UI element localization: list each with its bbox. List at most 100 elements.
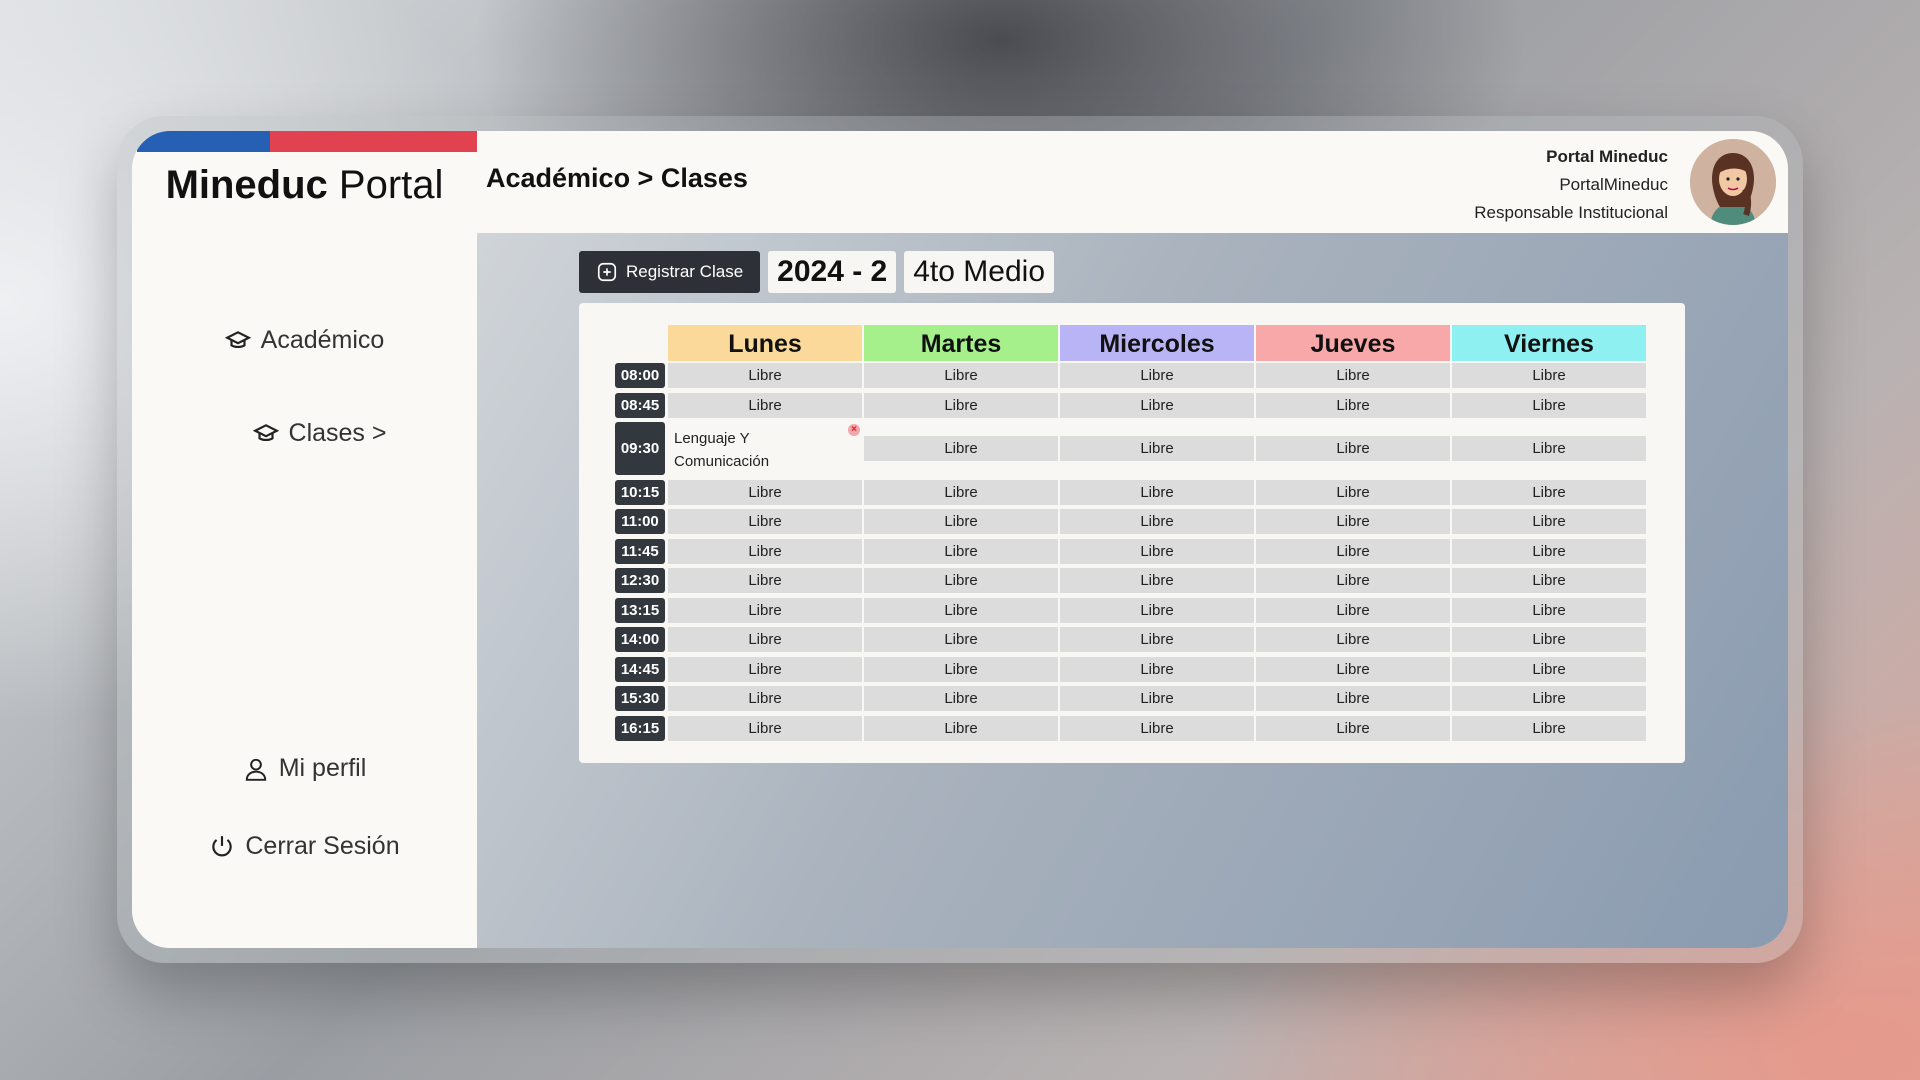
free-slot-cell[interactable]: Libre [668, 538, 862, 564]
free-slot-cell[interactable]: Libre [1452, 686, 1646, 711]
free-slot-cell[interactable]: Libre [864, 627, 1058, 652]
free-slot-cell[interactable]: Libre [1256, 363, 1450, 388]
logout-button[interactable]: Cerrar Sesión [132, 832, 477, 861]
free-slot-cell[interactable]: Libre [1060, 363, 1254, 388]
free-slot-cell[interactable]: Libre [1060, 686, 1254, 711]
free-slot-cell[interactable]: Libre [864, 363, 1058, 388]
time-slot-label: 10:15 [615, 479, 665, 505]
day-header: Martes [864, 325, 1058, 361]
free-slot-cell[interactable]: Libre [1060, 568, 1254, 593]
username: PortalMineduc [1559, 175, 1668, 194]
register-class-button[interactable]: Registrar Clase [579, 251, 761, 293]
remove-class-icon[interactable]: × [848, 424, 860, 436]
avatar[interactable] [1690, 139, 1776, 225]
free-slot-cell[interactable]: Libre [1452, 538, 1646, 564]
free-slot-cell[interactable]: Libre [1452, 392, 1646, 418]
user-title: Portal Mineduc [1546, 147, 1668, 166]
flag-bar [137, 131, 477, 152]
free-slot-cell[interactable]: Libre [1256, 715, 1450, 741]
free-slot-cell[interactable]: Libre [864, 715, 1058, 741]
free-slot-cell[interactable]: Libre [668, 363, 862, 388]
free-slot-cell[interactable]: Libre [1256, 568, 1450, 593]
time-slot-label: 09:30 [615, 422, 665, 475]
free-slot-cell[interactable]: Libre [668, 627, 862, 652]
time-slot-label: 11:00 [615, 509, 665, 534]
free-slot-cell[interactable]: Libre [668, 715, 862, 741]
free-slot-cell[interactable]: Libre [864, 436, 1058, 461]
brand-light: Portal [338, 163, 444, 207]
sidebar-item-mi-perfil[interactable]: Mi perfil [132, 754, 477, 783]
app-window: Mineduc Portal Académico Clases > Mi per… [132, 131, 1788, 948]
free-slot-cell[interactable]: Libre [1256, 656, 1450, 682]
time-slot-label: 15:30 [615, 686, 665, 711]
free-slot-cell[interactable]: Libre [864, 392, 1058, 418]
power-icon [212, 835, 233, 856]
sidebar: Mineduc Portal Académico Clases > Mi per… [132, 131, 477, 948]
free-slot-cell[interactable]: Libre [1256, 436, 1450, 461]
free-slot-cell[interactable]: Libre [1060, 627, 1254, 652]
free-slot-cell[interactable]: Libre [668, 656, 862, 682]
free-slot-cell[interactable]: Libre [1256, 538, 1450, 564]
free-slot-cell[interactable]: Libre [1060, 436, 1254, 461]
time-slot-label: 13:15 [615, 597, 665, 623]
free-slot-cell[interactable]: Libre [1060, 392, 1254, 418]
free-slot-cell[interactable]: Libre [1452, 436, 1646, 461]
free-slot-cell[interactable]: Libre [864, 597, 1058, 623]
free-slot-cell[interactable]: Libre [1060, 509, 1254, 534]
free-slot-cell[interactable]: Libre [1060, 656, 1254, 682]
brand-bold: Mineduc [165, 163, 328, 207]
class-name-line: Comunicación [674, 453, 770, 470]
class-name-line: Lenguaje Y [674, 430, 750, 447]
free-slot-cell[interactable]: Libre [668, 568, 862, 593]
free-slot-cell[interactable]: Libre [1256, 392, 1450, 418]
free-slot-cell[interactable]: Libre [1452, 656, 1646, 682]
free-slot-cell[interactable]: Libre [864, 568, 1058, 593]
free-slot-cell[interactable]: Libre [668, 597, 862, 623]
register-class-label: Registrar Clase [626, 262, 744, 281]
free-slot-cell[interactable]: Libre [864, 479, 1058, 505]
free-slot-cell[interactable]: Libre [668, 509, 862, 534]
free-slot-cell[interactable]: Libre [668, 392, 862, 418]
course-selector[interactable]: 4to Medio [904, 251, 1054, 293]
time-slot-label: 14:45 [615, 656, 665, 682]
free-slot-cell[interactable]: Libre [864, 538, 1058, 564]
free-slot-cell[interactable]: Libre [1060, 597, 1254, 623]
free-slot-cell[interactable]: Libre [1452, 568, 1646, 593]
free-slot-cell[interactable]: Libre [1060, 538, 1254, 564]
toolbar: Registrar Clase 2024 - 2 4to Medio [579, 251, 1054, 293]
time-slot-label: 12:30 [615, 568, 665, 593]
free-slot-cell[interactable]: Libre [1256, 627, 1450, 652]
sidebar-item-academico[interactable]: Académico [132, 326, 477, 355]
period-selector[interactable]: 2024 - 2 [768, 251, 897, 293]
time-slot-label: 08:45 [615, 392, 665, 418]
class-cell[interactable]: Lenguaje Y Comunicación × [668, 422, 862, 475]
free-slot-cell[interactable]: Libre [864, 686, 1058, 711]
free-slot-cell[interactable]: Libre [1060, 715, 1254, 741]
free-slot-cell[interactable]: Libre [1256, 686, 1450, 711]
graduation-cap-icon [224, 330, 251, 348]
free-slot-cell[interactable]: Libre [668, 479, 862, 505]
schedule-table: Lunes Martes Miercoles Jueves Viernes 08… [579, 303, 1685, 763]
free-slot-cell[interactable]: Libre [864, 656, 1058, 682]
free-slot-cell[interactable]: Libre [1452, 363, 1646, 388]
free-slot-cell[interactable]: Libre [1256, 479, 1450, 505]
free-slot-cell[interactable]: Libre [1452, 715, 1646, 741]
sidebar-item-label: Mi perfil [278, 754, 367, 782]
free-slot-cell[interactable]: Libre [1452, 509, 1646, 534]
free-slot-cell[interactable]: Libre [1256, 597, 1450, 623]
free-slot-cell[interactable]: Libre [1452, 627, 1646, 652]
main-content: Académico > Clases Portal Mineduc Portal… [477, 131, 1788, 948]
free-slot-cell[interactable]: Libre [1060, 479, 1254, 505]
sidebar-item-clases[interactable]: Clases > [132, 419, 477, 448]
plus-square-icon [597, 262, 617, 282]
time-slot-label: 16:15 [615, 715, 665, 741]
app-logo: Mineduc Portal [132, 163, 477, 208]
free-slot-cell[interactable]: Libre [1256, 509, 1450, 534]
day-header: Viernes [1452, 325, 1646, 361]
free-slot-cell[interactable]: Libre [668, 686, 862, 711]
user-icon [245, 758, 266, 781]
free-slot-cell[interactable]: Libre [1452, 597, 1646, 623]
free-slot-cell[interactable]: Libre [864, 509, 1058, 534]
free-slot-cell[interactable]: Libre [1452, 479, 1646, 505]
day-header: Jueves [1256, 325, 1450, 361]
